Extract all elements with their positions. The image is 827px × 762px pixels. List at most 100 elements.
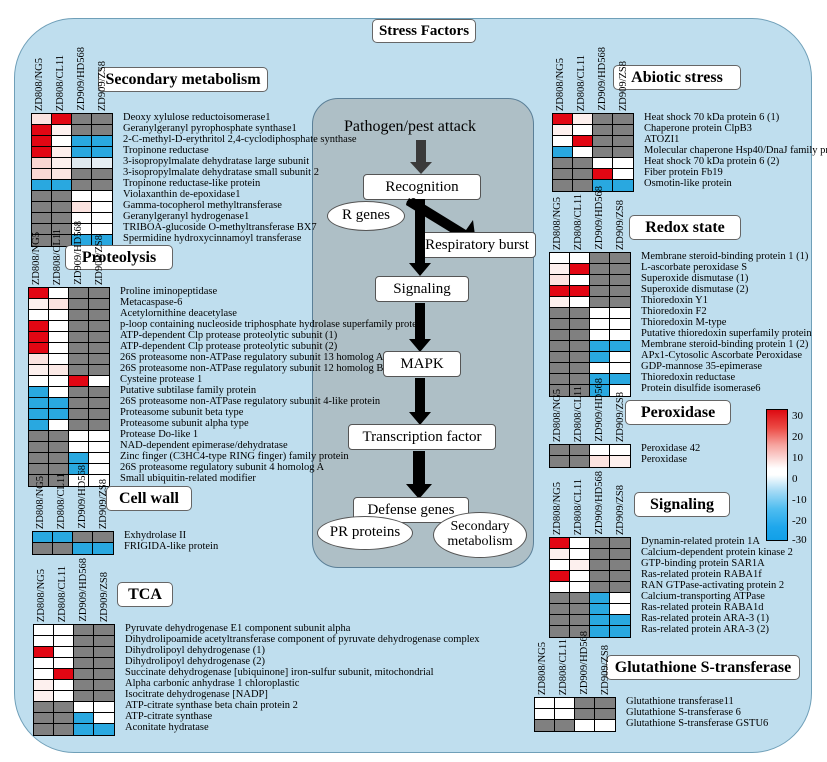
heatmap-cell[interactable] [550, 341, 570, 352]
heatmap-cell[interactable] [49, 365, 69, 376]
heatmap-cell[interactable] [610, 363, 630, 374]
heatmap-cell[interactable] [89, 453, 109, 464]
heatmap-cell[interactable] [535, 709, 555, 720]
heatmap-cell[interactable] [89, 332, 109, 343]
heatmap-cell[interactable] [69, 442, 89, 453]
heatmap-cell[interactable] [570, 593, 590, 604]
heatmap-cell[interactable] [52, 114, 72, 125]
heatmap-cell[interactable] [89, 310, 109, 321]
heatmap-cell[interactable] [610, 604, 630, 615]
heatmap-cell[interactable] [590, 297, 610, 308]
heatmap-cell[interactable] [29, 343, 49, 354]
heatmap-cell[interactable] [89, 442, 109, 453]
heatmap-cell[interactable] [570, 456, 590, 467]
heatmap-cell[interactable] [52, 202, 72, 213]
heatmap-cell[interactable] [29, 398, 49, 409]
heatmap-cell[interactable] [89, 376, 109, 387]
heatmap-cell[interactable] [550, 330, 570, 341]
heatmap-cell[interactable] [573, 125, 593, 136]
heatmap-cell[interactable] [550, 363, 570, 374]
heatmap-cell[interactable] [570, 330, 590, 341]
heatmap-cell[interactable] [570, 549, 590, 560]
heatmap-cell[interactable] [570, 538, 590, 549]
heatmap-cell[interactable] [610, 341, 630, 352]
heatmap-cell[interactable] [74, 724, 94, 735]
heatmap-cell[interactable] [94, 680, 114, 691]
heatmap-cell[interactable] [94, 724, 114, 735]
heatmap-cell[interactable] [590, 445, 610, 456]
heatmap-cell[interactable] [89, 321, 109, 332]
heatmap-cell[interactable] [32, 180, 52, 191]
heatmap-cell[interactable] [34, 669, 54, 680]
heatmap-cell[interactable] [550, 286, 570, 297]
heatmap-cell[interactable] [29, 321, 49, 332]
heatmap-cell[interactable] [555, 698, 575, 709]
heatmap-cell[interactable] [32, 158, 52, 169]
heatmap-cell[interactable] [69, 420, 89, 431]
heatmap-cell[interactable] [54, 702, 74, 713]
heatmap-cell[interactable] [73, 532, 93, 543]
heatmap-cell[interactable] [49, 398, 69, 409]
heatmap-cell[interactable] [92, 114, 112, 125]
heatmap-cell[interactable] [52, 213, 72, 224]
heatmap-cell[interactable] [92, 125, 112, 136]
heatmap-cell[interactable] [33, 532, 53, 543]
heatmap-cell[interactable] [550, 582, 570, 593]
heatmap-cell[interactable] [32, 213, 52, 224]
heatmap-cell[interactable] [550, 445, 570, 456]
heatmap-cell[interactable] [550, 538, 570, 549]
heatmap-cell[interactable] [550, 297, 570, 308]
heatmap-cell[interactable] [74, 669, 94, 680]
heatmap-cell[interactable] [550, 560, 570, 571]
heatmap-cell[interactable] [610, 286, 630, 297]
heatmap-cell[interactable] [593, 114, 613, 125]
heatmap-cell[interactable] [573, 136, 593, 147]
heatmap-cell[interactable] [72, 169, 92, 180]
heatmap-cell[interactable] [69, 453, 89, 464]
heatmap-cell[interactable] [610, 582, 630, 593]
heatmap-cell[interactable] [613, 136, 633, 147]
heatmap-cell[interactable] [553, 136, 573, 147]
heatmap-cell[interactable] [570, 571, 590, 582]
heatmap-cell[interactable] [553, 114, 573, 125]
heatmap-cell[interactable] [570, 275, 590, 286]
heatmap-cell[interactable] [92, 213, 112, 224]
heatmap-cell[interactable] [49, 354, 69, 365]
heatmap-cell[interactable] [550, 275, 570, 286]
heatmap-cell[interactable] [610, 593, 630, 604]
heatmap-cell[interactable] [610, 330, 630, 341]
heatmap-cell[interactable] [49, 387, 69, 398]
heatmap-cell[interactable] [69, 332, 89, 343]
heatmap-cell[interactable] [34, 625, 54, 636]
heatmap-cell[interactable] [550, 604, 570, 615]
heatmap-cell[interactable] [72, 202, 92, 213]
heatmap-cell[interactable] [54, 658, 74, 669]
heatmap-cell[interactable] [570, 253, 590, 264]
heatmap-cell[interactable] [34, 691, 54, 702]
heatmap-cell[interactable] [595, 698, 615, 709]
heatmap-cell[interactable] [610, 253, 630, 264]
heatmap-cell[interactable] [89, 409, 109, 420]
heatmap-cell[interactable] [32, 202, 52, 213]
flow-node-secondary-metabolism[interactable]: Secondary metabolism [433, 512, 527, 558]
heatmap-cell[interactable] [595, 709, 615, 720]
heatmap-cell[interactable] [550, 352, 570, 363]
heatmap-cell[interactable] [74, 636, 94, 647]
heatmap-cell[interactable] [32, 169, 52, 180]
heatmap-cell[interactable] [34, 636, 54, 647]
heatmap-cell[interactable] [89, 365, 109, 376]
heatmap-cell[interactable] [89, 354, 109, 365]
heatmap-cell[interactable] [94, 636, 114, 647]
heatmap-cell[interactable] [610, 275, 630, 286]
heatmap-cell[interactable] [553, 125, 573, 136]
heatmap-cell[interactable] [52, 136, 72, 147]
heatmap-cell[interactable] [89, 387, 109, 398]
heatmap-cell[interactable] [570, 297, 590, 308]
heatmap-cell[interactable] [550, 549, 570, 560]
heatmap-cell[interactable] [69, 321, 89, 332]
heatmap-cell[interactable] [54, 691, 74, 702]
heatmap-cell[interactable] [92, 147, 112, 158]
heatmap-cell[interactable] [92, 136, 112, 147]
heatmap-cell[interactable] [72, 136, 92, 147]
heatmap-cell[interactable] [29, 376, 49, 387]
